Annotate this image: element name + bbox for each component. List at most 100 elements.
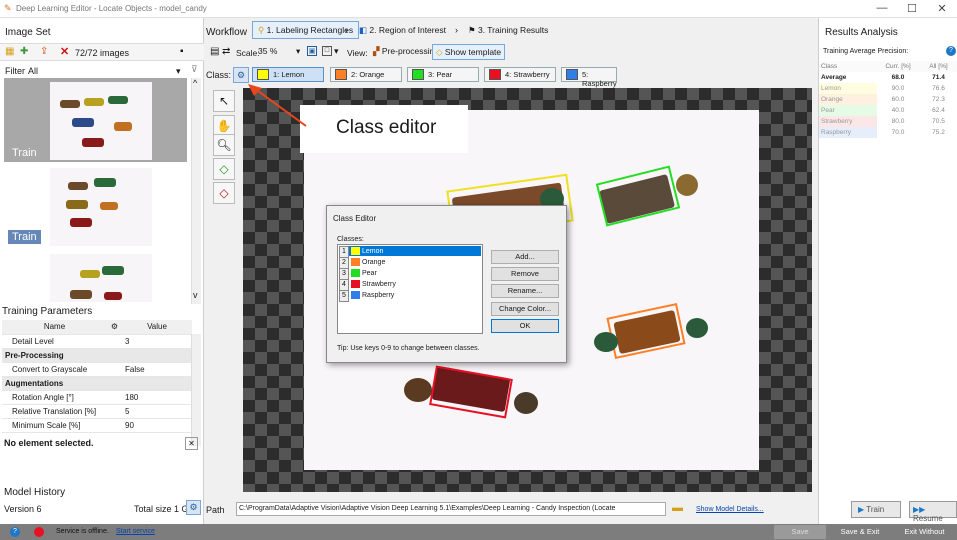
- show-model-details-link[interactable]: Show Model Details...: [696, 506, 764, 513]
- remove-rectangle-icon[interactable]: ◇: [213, 182, 235, 204]
- flip-icon[interactable]: ⇄: [222, 46, 230, 57]
- class-label: 3: Pear: [428, 70, 453, 79]
- maximize-button[interactable]: ☐: [902, 2, 922, 15]
- parameters-scrollbar[interactable]: [191, 334, 201, 446]
- class-button[interactable]: 5: Raspberry: [561, 67, 617, 88]
- start-service-link[interactable]: Start service: [116, 528, 155, 535]
- service-status-icon: [34, 527, 44, 537]
- image-thumbnail[interactable]: Train: [4, 164, 187, 248]
- settings-icon[interactable]: ⚙: [107, 320, 122, 335]
- chevron-down-icon[interactable]: ▾: [334, 46, 339, 57]
- parameter-value[interactable]: 3: [122, 334, 192, 349]
- class-name: Orange: [362, 259, 386, 266]
- resume-button[interactable]: ▶▶ Resume: [909, 501, 957, 523]
- add-button[interactable]: Add...: [491, 250, 559, 264]
- parameter-value[interactable]: [122, 376, 192, 391]
- class-button[interactable]: 2: Orange: [330, 67, 402, 82]
- import-icon[interactable]: ✚: [20, 46, 28, 57]
- tab-labeling-rectangles[interactable]: ⚲ 1. Labeling Rectangles: [252, 21, 360, 39]
- parameter-section[interactable]: Augmentations: [2, 376, 192, 391]
- add-images-icon[interactable]: ▦: [5, 46, 14, 57]
- class-number: 5: [339, 290, 349, 302]
- class-list-item[interactable]: 3 Pear: [339, 268, 481, 280]
- parameter-row[interactable]: Detail Level 3: [2, 334, 192, 349]
- delete-icon[interactable]: ✕: [60, 45, 69, 58]
- strawberry-bounding-box[interactable]: [429, 365, 513, 419]
- class-list-item[interactable]: 5 Raspberry: [339, 290, 481, 302]
- parameter-row[interactable]: Relative Translation [%] 5: [2, 404, 192, 419]
- results-curr-cell: 40.0: [891, 107, 905, 114]
- zoom-tool-icon[interactable]: 🔍︎: [213, 134, 235, 156]
- ok-button[interactable]: OK: [491, 319, 559, 333]
- exit-without-saving-button[interactable]: Exit Without Saving: [892, 525, 957, 539]
- parameter-value[interactable]: False: [122, 362, 192, 377]
- save-set-icon[interactable]: ▪: [180, 46, 184, 57]
- folder-icon[interactable]: ▬: [672, 502, 683, 514]
- class-button[interactable]: 4: Strawberry: [484, 67, 556, 82]
- results-table: Class Curr. [%] All [%] Average 68.0 71.4 L…: [819, 61, 957, 138]
- class-list-item[interactable]: 4 Strawberry: [339, 279, 481, 291]
- scroll-down-icon[interactable]: v: [193, 290, 198, 300]
- select-tool-icon[interactable]: ↖: [213, 90, 235, 112]
- zoom-fit-icon[interactable]: ▣: [307, 46, 317, 56]
- thumbnail-label: Train: [8, 230, 41, 244]
- view-label: View:: [347, 48, 368, 58]
- image-set-toolbar: ▦ ✚ ⇪ ✕ 72/72 images ▪: [0, 43, 204, 61]
- rename-button[interactable]: Rename...: [491, 284, 559, 298]
- scale-select[interactable]: 35 % ▾: [258, 46, 303, 59]
- image-thumbnail[interactable]: Train: [4, 78, 187, 162]
- minimize-button[interactable]: —: [872, 2, 892, 14]
- results-row: Pear 40.0 62.4: [819, 105, 957, 116]
- parameters-table: Name ⚙ Value Detail Level 3 Pre-Processing…: [2, 320, 192, 433]
- image-count: 72/72 images: [75, 48, 130, 58]
- save-exit-button[interactable]: Save & Exit: [832, 525, 888, 539]
- results-class-cell: Strawberry: [819, 116, 877, 127]
- classes-list[interactable]: 1 Lemon 2 Orange 3 Pear 4 Strawberry 5 Raspberry: [337, 244, 483, 334]
- parameter-row[interactable]: Minimum Scale [%] 90: [2, 418, 192, 433]
- train-button[interactable]: ▶ Train: [851, 501, 901, 518]
- pear-bounding-box[interactable]: [595, 165, 681, 227]
- parameter-value[interactable]: 5: [122, 404, 192, 419]
- parameter-row[interactable]: Convert to Grayscale False: [2, 362, 192, 377]
- parameter-section[interactable]: Pre-Processing: [2, 348, 192, 363]
- show-template-toggle[interactable]: ◇ Show template: [432, 44, 506, 60]
- parameter-cell: [107, 376, 122, 391]
- parameter-value[interactable]: [122, 348, 192, 363]
- change-color-button[interactable]: Change Color...: [491, 302, 559, 316]
- parameter-value[interactable]: 90: [122, 418, 192, 433]
- class-list-item[interactable]: 2 Orange: [339, 257, 481, 269]
- tab-region-of-interest[interactable]: ◧ 2. Region of Interest: [353, 21, 452, 39]
- parameter-row[interactable]: Rotation Angle [°] 180: [2, 390, 192, 405]
- save-button[interactable]: Save: [774, 525, 826, 539]
- class-column-header: Class: [821, 63, 838, 70]
- class-name: Strawberry: [362, 281, 396, 288]
- zoom-actual-icon[interactable]: □: [322, 46, 332, 56]
- export-icon[interactable]: ⇪: [40, 46, 48, 57]
- tab-training-results[interactable]: ⚑ 3. Training Results: [462, 21, 554, 39]
- close-button[interactable]: ✕: [932, 2, 952, 15]
- results-curr-cell: 70.0: [891, 129, 905, 136]
- scroll-up-icon[interactable]: ^: [193, 78, 197, 88]
- class-list-item[interactable]: 1 Lemon: [339, 246, 481, 258]
- name-column-header: Name: [2, 320, 107, 335]
- help-icon[interactable]: ?: [946, 46, 956, 56]
- class-name: Raspberry: [362, 292, 395, 299]
- play-icon: ▶: [858, 505, 865, 514]
- close-details-button[interactable]: ✕: [185, 437, 198, 450]
- thumbnail-scrollbar[interactable]: ^ v: [191, 78, 201, 304]
- model-settings-icon[interactable]: ⚙: [186, 500, 201, 515]
- remove-button[interactable]: Remove: [491, 267, 559, 281]
- parameter-value[interactable]: 180: [122, 390, 192, 405]
- orange-bounding-box[interactable]: [606, 302, 686, 360]
- filter-select[interactable]: All ▾: [28, 66, 188, 76]
- train-label: Train: [866, 505, 885, 514]
- path-field[interactable]: C:\ProgramData\Adaptive Vision\Adaptive …: [236, 502, 666, 516]
- thumbnail-image: [50, 82, 152, 160]
- image-thumbnail[interactable]: [4, 250, 187, 302]
- image-icon[interactable]: ▤: [210, 46, 219, 57]
- add-rectangle-icon[interactable]: ◇: [213, 158, 235, 180]
- help-icon[interactable]: ?: [10, 527, 20, 537]
- filter-icon[interactable]: ⊽: [191, 64, 198, 75]
- parameter-name: Convert to Grayscale: [2, 362, 107, 377]
- class-button[interactable]: 3: Pear: [407, 67, 479, 82]
